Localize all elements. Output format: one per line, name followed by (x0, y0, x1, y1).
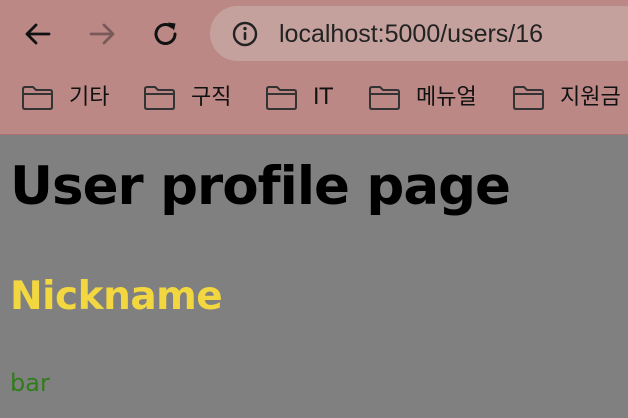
page-title: User profile page (10, 156, 511, 217)
bookmark-label: 메뉴얼 (416, 85, 477, 110)
bookmark-folder-etc[interactable]: 기타 (21, 82, 109, 114)
bookmark-label: 구직 (191, 85, 232, 110)
folder-icon (513, 86, 544, 110)
nickname-value: bar (10, 369, 50, 397)
navigation-bar: localhost:5000/users/16 (0, 0, 628, 68)
folder-icon (369, 86, 400, 110)
bookmark-folder-it[interactable]: IT (265, 82, 333, 114)
folder-icon (144, 86, 175, 110)
back-arrow-icon (25, 23, 51, 45)
bookmark-label: 지원금 (560, 85, 621, 110)
reload-button[interactable] (146, 14, 186, 54)
info-icon[interactable] (232, 21, 258, 47)
forward-arrow-icon (89, 23, 115, 45)
bookmark-folder-manual[interactable]: 메뉴얼 (368, 82, 477, 114)
folder-icon (22, 86, 53, 110)
page-content: User profile page Nickname bar (0, 135, 628, 418)
bookmark-folder-jobs[interactable]: 구직 (143, 82, 231, 114)
browser-toolbar: localhost:5000/users/16 기타 구직 IT 메뉴얼 지원금 (0, 0, 628, 135)
bookmark-label: IT (313, 85, 333, 110)
address-bar[interactable]: localhost:5000/users/16 (210, 6, 628, 61)
back-button[interactable] (18, 14, 58, 54)
bookmarks-bar: 기타 구직 IT 메뉴얼 지원금 (0, 74, 628, 122)
nickname-heading: Nickname (10, 274, 223, 319)
url-text[interactable]: localhost:5000/users/16 (279, 18, 543, 50)
forward-button[interactable] (82, 14, 122, 54)
folder-icon (266, 86, 297, 110)
bookmark-label: 기타 (69, 85, 110, 110)
reload-icon (154, 22, 177, 45)
bookmark-folder-subsidy[interactable]: 지원금 (512, 82, 621, 114)
